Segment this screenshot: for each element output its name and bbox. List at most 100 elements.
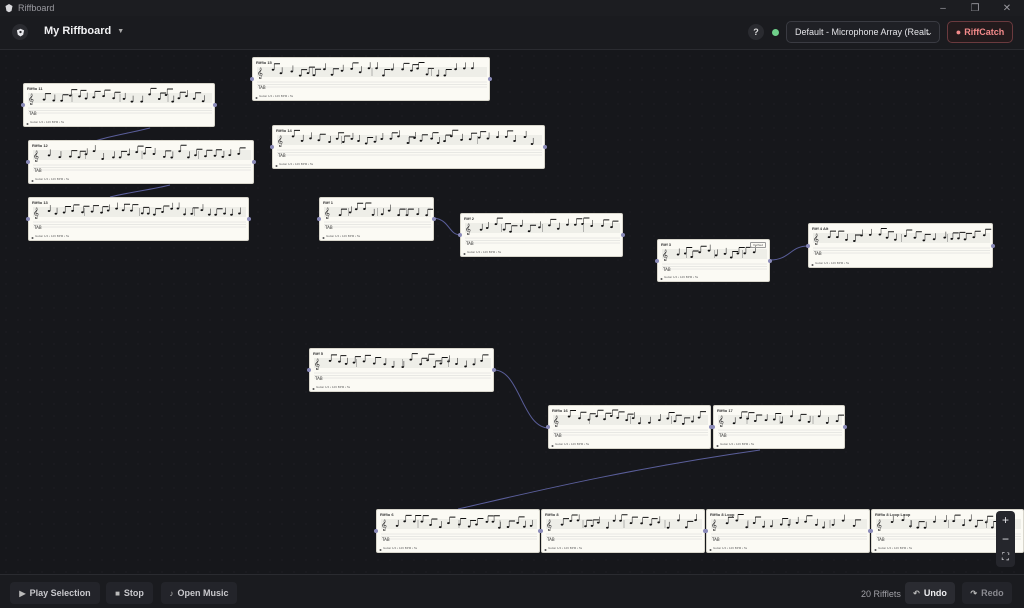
connection-port[interactable] xyxy=(374,529,378,533)
svg-text:𝄞: 𝄞 xyxy=(876,519,882,531)
svg-text:TAB: TAB xyxy=(277,153,286,158)
open-music-label: Open Music xyxy=(177,588,229,598)
riff-card-title: Riffio 8 xyxy=(545,512,559,517)
svg-text:𝄞: 𝄞 xyxy=(28,93,34,105)
svg-text:TAB: TAB xyxy=(662,267,671,272)
connection-port[interactable] xyxy=(26,217,30,221)
riff-card-footer: Guitar 1/4 • 126 BPM • 5s xyxy=(548,546,583,550)
connection-port[interactable] xyxy=(432,217,436,221)
connection-port[interactable] xyxy=(26,160,30,164)
logo-button[interactable] xyxy=(12,24,28,40)
riff-card[interactable]: 𝄞 TAB Riffio 17 Guitar 1/4 • 126 BPM • 5s xyxy=(713,405,845,449)
riff-card-title: Riffio 11 xyxy=(27,86,43,91)
connection-port[interactable] xyxy=(21,103,25,107)
connection-port[interactable] xyxy=(270,145,274,149)
undo-icon: ↶ xyxy=(913,588,920,598)
connection-port[interactable] xyxy=(213,103,217,107)
pick-icon xyxy=(16,28,24,36)
app-header: My Riffboard ▼ ? Default - Microphone Ar… xyxy=(0,16,1024,50)
zoom-in-button[interactable]: + xyxy=(1002,514,1009,526)
connection-port[interactable] xyxy=(704,529,708,533)
riff-card-title: Riffio 14 xyxy=(276,128,292,133)
connection-port[interactable] xyxy=(768,258,772,263)
riff-card[interactable]: 𝄞 TAB Riffio 15 Guitar 1/4 • 126 BPM • 5s xyxy=(252,57,490,101)
riff-card[interactable]: 𝄞 TAB Riffio 16 Guitar 1/4 • 126 BPM • 5s xyxy=(548,405,711,449)
svg-text:𝄞: 𝄞 xyxy=(33,207,39,219)
riff-card[interactable]: 𝄞 TAB Riff 2 Guitar 1/4 • 126 BPM • 5s xyxy=(460,213,623,257)
close-button[interactable]: ✕ xyxy=(992,0,1022,16)
riff-card-footer: Guitar 1/4 • 126 BPM • 5s xyxy=(316,385,351,389)
riff-card-footer: Guitar 1/4 • 126 BPM • 5s xyxy=(713,546,748,550)
zoom-out-button[interactable]: − xyxy=(1002,533,1009,545)
input-status-indicator xyxy=(772,29,779,36)
svg-text:𝄞: 𝄞 xyxy=(711,519,717,531)
connector-line xyxy=(433,217,461,236)
riff-card[interactable]: 𝄞 TAB Riffio 6 Guitar 1/4 • 126 BPM • 5s xyxy=(376,509,540,553)
riff-card-footer: Guitar 1/4 • 126 BPM • 5s xyxy=(326,234,361,238)
audio-device-value: Default - Microphone Array (Realt xyxy=(795,27,929,37)
maximize-button[interactable]: ❐ xyxy=(960,0,990,16)
riff-canvas[interactable]: 𝄞 TAB Riffio 11 Guitar 1/4 • 126 BPM • 5s 𝄞… xyxy=(0,50,1024,574)
audio-device-select[interactable]: Default - Microphone Array (Realt ⌄ xyxy=(786,21,940,43)
svg-text:𝄞: 𝄞 xyxy=(662,249,668,261)
riff-card[interactable]: 𝄞 TAB Riffio 8 Loop Guitar 1/4 • 126 BPM • … xyxy=(706,509,870,553)
riff-card[interactable]: 𝄞 TAB Riffio 14 Guitar 1/4 • 126 BPM • 5s xyxy=(272,125,545,169)
riff-card[interactable]: 𝄞 TAB Riffio 11 Guitar 1/4 • 126 BPM • 5s xyxy=(23,83,215,127)
svg-text:𝄞: 𝄞 xyxy=(33,150,39,162)
undo-button[interactable]: ↶ Undo xyxy=(905,582,955,604)
connection-port[interactable] xyxy=(621,233,625,237)
board-title-dropdown[interactable]: My Riffboard ▼ xyxy=(44,25,124,37)
stop-button[interactable]: ■ Stop xyxy=(106,582,153,604)
connection-port[interactable] xyxy=(250,77,254,81)
notation-staff: 𝄞 TAB xyxy=(275,129,542,167)
svg-text:TAB: TAB xyxy=(465,241,474,246)
redo-button[interactable]: ↷ Redo xyxy=(962,582,1012,604)
connector-line xyxy=(457,449,761,510)
connection-port[interactable] xyxy=(488,77,492,81)
riff-card[interactable]: 𝄞 TAB Riff 4 Alt Guitar 1/4 • 126 BPM • 5s xyxy=(808,223,993,268)
play-selection-button[interactable]: ▶ Play Selection xyxy=(10,582,100,604)
connection-port[interactable] xyxy=(711,425,715,429)
connection-port[interactable] xyxy=(843,425,847,429)
riffcatch-button[interactable]: ● RiffCatch xyxy=(947,21,1013,43)
riff-card[interactable]: 𝄞 TAB Riff 1 Guitar 1/4 • 126 BPM • 5s xyxy=(319,197,434,241)
riff-card-title: Riffio 16 xyxy=(552,408,568,413)
svg-text:TAB: TAB xyxy=(257,85,266,90)
connection-port[interactable] xyxy=(539,529,543,533)
app-footer: ▶ Play Selection ■ Stop ♪ Open Music 20 … xyxy=(0,574,1024,608)
connection-port[interactable] xyxy=(543,145,547,149)
zoom-controls: + − ⛶ xyxy=(996,511,1015,567)
riff-card-footer: Guitar 1/4 • 126 BPM • 5s xyxy=(279,162,314,166)
riff-card-footer: Guitar 1/4 • 126 BPM • 5s xyxy=(383,546,418,550)
play-selection-label: Play Selection xyxy=(29,588,91,598)
connection-port[interactable] xyxy=(247,217,251,221)
svg-text:𝄞: 𝄞 xyxy=(813,233,819,245)
connection-port[interactable] xyxy=(492,368,496,372)
minimize-button[interactable]: – xyxy=(928,0,958,16)
fit-view-button[interactable]: ⛶ xyxy=(1002,552,1009,564)
riff-card-footer: Guitar 1/4 • 126 BPM • 5s xyxy=(30,120,65,124)
svg-text:TAB: TAB xyxy=(546,537,555,542)
connection-port[interactable] xyxy=(307,368,311,372)
svg-text:TAB: TAB xyxy=(314,376,323,381)
riff-card[interactable]: 𝄞 TAB Riffio 8 Guitar 1/4 • 126 BPM • 5s xyxy=(541,509,705,553)
connection-port[interactable] xyxy=(991,243,995,248)
riff-card-footer: Guitar 1/4 • 126 BPM • 5s xyxy=(259,94,294,98)
riff-card[interactable]: 𝄞 TAB Riff 3 Verified Guitar 1/4 • 126 BPM •… xyxy=(657,239,770,282)
connection-port[interactable] xyxy=(317,217,321,221)
connection-port[interactable] xyxy=(869,529,873,533)
connection-port[interactable] xyxy=(458,233,462,237)
connection-port[interactable] xyxy=(546,425,550,429)
riff-card-badge: Verified xyxy=(749,242,766,248)
riff-count: 20 Rifflets xyxy=(861,589,901,599)
riff-card[interactable]: 𝄞 TAB Riffio 13 Guitar 1/4 • 126 BPM • 5s xyxy=(28,197,249,241)
redo-icon: ↷ xyxy=(970,588,978,598)
riff-card[interactable]: 𝄞 TAB Riffio 12 Guitar 1/4 • 126 BPM • 5s xyxy=(28,140,254,184)
help-button[interactable]: ? xyxy=(748,24,764,40)
connection-port[interactable] xyxy=(252,160,256,164)
open-music-button[interactable]: ♪ Open Music xyxy=(161,582,237,604)
connection-port[interactable] xyxy=(655,258,659,263)
riff-card[interactable]: 𝄞 TAB Riff 5 Guitar 1/4 • 126 BPM • 5s xyxy=(309,348,494,392)
stop-icon: ■ xyxy=(115,588,120,598)
connection-port[interactable] xyxy=(806,243,810,248)
